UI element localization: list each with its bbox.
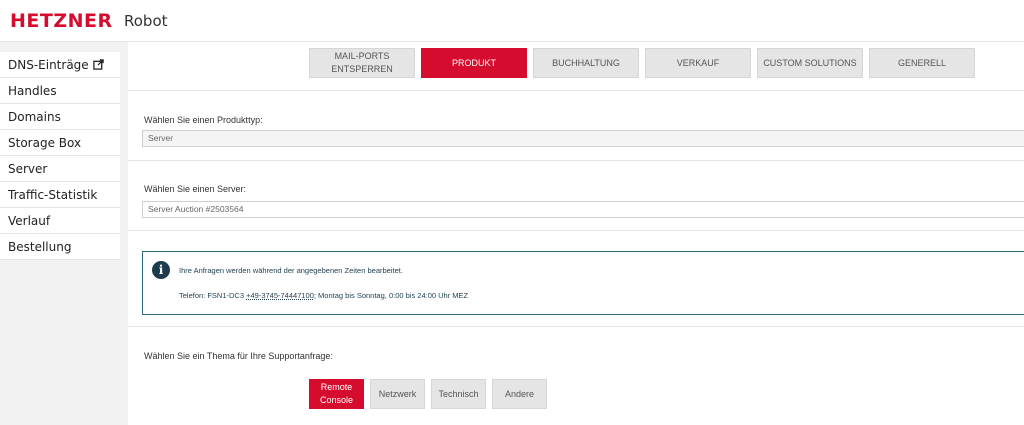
sidebar-item-label: Server (8, 161, 48, 176)
sidebar-item-traffic[interactable]: Traffic-Statistik (0, 182, 120, 208)
topic-buttons: Remote Console Netzwerk Technisch Andere (309, 379, 547, 409)
sidebar-item-verlauf[interactable]: Verlauf (0, 208, 120, 234)
phone-link[interactable]: +49-3745-74447100 (246, 291, 314, 300)
topic-label: Wählen Sie ein Thema für Ihre Supportanf… (144, 351, 333, 361)
sidebar-item-label: Domains (8, 109, 61, 124)
topic-technisch-button[interactable]: Technisch (431, 379, 486, 409)
topic-andere-button[interactable]: Andere (492, 379, 547, 409)
divider (128, 160, 1024, 161)
top-bar: HETZNER Robot (0, 0, 1024, 42)
sidebar-item-server[interactable]: Server (0, 156, 120, 182)
tab-generell[interactable]: GENERELL (869, 48, 975, 78)
server-select[interactable]: Server Auction #2503564 (142, 201, 1024, 218)
product-type-select[interactable]: Server (142, 130, 1024, 147)
sidebar: DNS-Einträge Handles Domains Storage Box… (0, 52, 120, 260)
app-name: Robot (124, 12, 168, 30)
sidebar-item-label: Storage Box (8, 135, 82, 150)
info-phone-line: Telefon: FSN1-DC3 +49-3745-74447100; Mon… (179, 291, 469, 300)
divider (128, 230, 1024, 231)
topic-remote-console-button[interactable]: Remote Console (309, 379, 364, 409)
sidebar-item-label: Handles (8, 83, 57, 98)
info-message: Ihre Anfragen werden während der angegeb… (179, 266, 403, 275)
sidebar-item-label: Verlauf (8, 213, 51, 228)
tab-custom-solutions[interactable]: CUSTOM SOLUTIONS (757, 48, 863, 78)
sidebar-item-storage-box[interactable]: Storage Box (0, 130, 120, 156)
sidebar-item-domains[interactable]: Domains (0, 104, 120, 130)
tab-verkauf[interactable]: VERKAUF (645, 48, 751, 78)
product-type-label: Wählen Sie einen Produkttyp: (144, 115, 263, 125)
tab-mail-ports[interactable]: MAIL-PORTS ENTSPERREN (309, 48, 415, 78)
divider (128, 90, 1024, 91)
sidebar-item-label: Traffic-Statistik (8, 187, 98, 202)
sidebar-item-label: DNS-Einträge (8, 57, 89, 72)
tab-buchhaltung[interactable]: BUCHHALTUNG (533, 48, 639, 78)
hetzner-logo[interactable]: HETZNER (10, 10, 113, 32)
main-content: MAIL-PORTS ENTSPERREN PRODUKT BUCHHALTUNG… (128, 42, 1024, 425)
divider (128, 326, 1024, 327)
sidebar-item-bestellung[interactable]: Bestellung (0, 234, 120, 260)
info-box: i Ihre Anfragen werden während der angeg… (142, 251, 1024, 315)
info-icon: i (152, 261, 170, 279)
tab-produkt[interactable]: PRODUKT (421, 48, 527, 78)
topic-netzwerk-button[interactable]: Netzwerk (370, 379, 425, 409)
external-link-icon (92, 59, 104, 70)
server-label: Wählen Sie einen Server: (144, 184, 247, 194)
sidebar-item-label: Bestellung (8, 239, 72, 254)
sidebar-item-dns[interactable]: DNS-Einträge (0, 52, 120, 78)
sidebar-item-handles[interactable]: Handles (0, 78, 120, 104)
category-tabs: MAIL-PORTS ENTSPERREN PRODUKT BUCHHALTUNG… (309, 48, 975, 78)
